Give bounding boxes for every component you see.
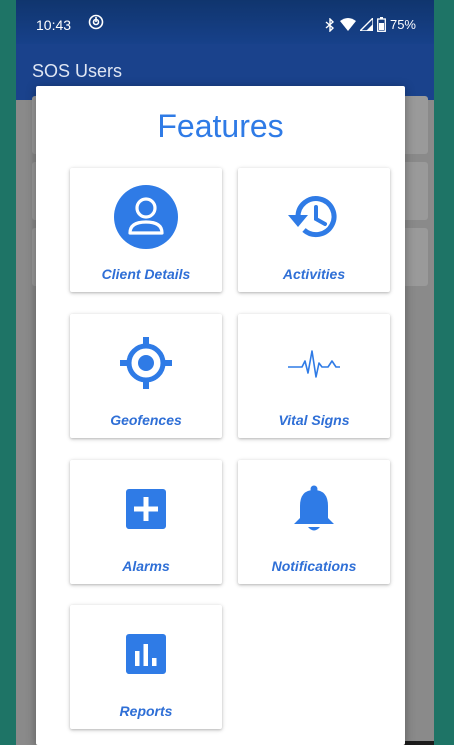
feature-label: Client Details	[101, 266, 191, 282]
feature-label: Vital Signs	[278, 412, 350, 428]
heartbeat-pulse-icon	[238, 328, 390, 398]
battery-percent: 75%	[389, 17, 416, 32]
feature-card-client-details[interactable]: Client Details	[70, 168, 222, 292]
feature-card-notifications[interactable]: Notifications	[238, 460, 390, 584]
dialog-title: Features	[157, 108, 284, 144]
features-dialog: Features Client Details Activities Geofe…	[36, 86, 405, 745]
target-location-icon	[70, 328, 222, 398]
signal-icon	[359, 18, 373, 31]
history-clock-icon	[238, 182, 390, 252]
feature-label: Reports	[119, 703, 173, 719]
plus-box-icon	[70, 474, 222, 544]
feature-label: Geofences	[110, 412, 182, 428]
feature-label: Activities	[282, 266, 346, 282]
status-icons: 75%	[324, 17, 416, 32]
wifi-icon	[339, 18, 356, 31]
bluetooth-icon	[325, 17, 334, 32]
bar-chart-icon	[70, 619, 222, 689]
app-title: SOS Users	[32, 61, 123, 81]
feature-label: Alarms	[122, 558, 170, 574]
feature-label: Notifications	[271, 558, 357, 574]
account-circle-icon	[70, 182, 222, 252]
nfc-icon	[88, 14, 104, 33]
bell-icon	[238, 474, 390, 544]
feature-card-geofences[interactable]: Geofences	[70, 314, 222, 438]
status-bar: 10:43 75%	[16, 0, 434, 44]
feature-card-reports[interactable]: Reports	[70, 605, 222, 729]
feature-card-activities[interactable]: Activities	[238, 168, 390, 292]
feature-card-alarms[interactable]: Alarms	[70, 460, 222, 584]
battery-icon	[377, 17, 386, 32]
feature-card-vital-signs[interactable]: Vital Signs	[238, 314, 390, 438]
status-time: 10:43	[36, 17, 72, 33]
